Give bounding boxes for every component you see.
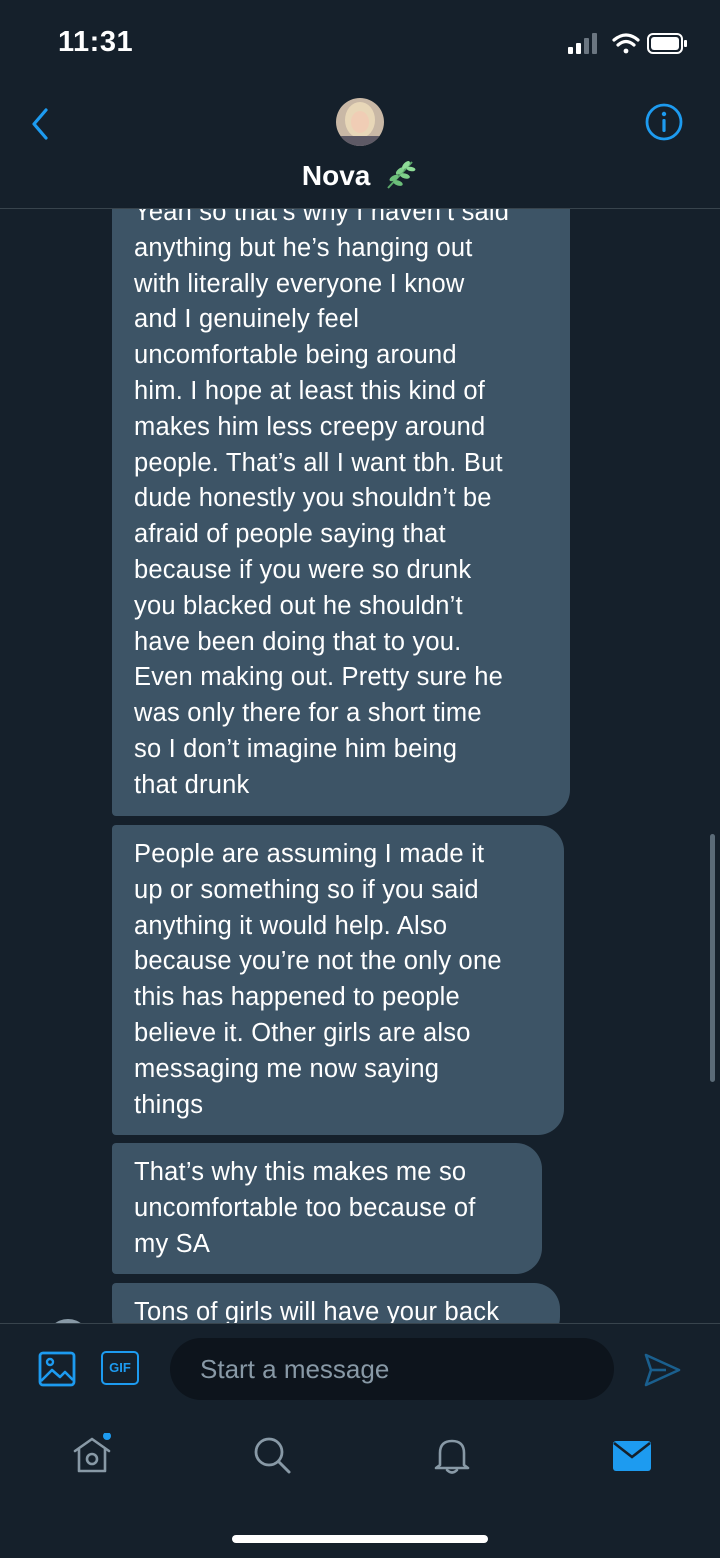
- tab-notifications[interactable]: [430, 1433, 474, 1477]
- message-line: anything but he’s hanging out: [134, 233, 473, 262]
- message-line: uncomfortable being around: [134, 341, 457, 370]
- new-content-dot: [103, 1432, 111, 1440]
- status-time: 11:31: [58, 26, 134, 58]
- message-line: my SA: [134, 1229, 211, 1258]
- message-line: uncomfortable too because of: [134, 1193, 476, 1222]
- message-line: because if you were so drunk: [134, 555, 472, 584]
- add-media-button[interactable]: [38, 1351, 76, 1387]
- send-button[interactable]: [642, 1350, 682, 1390]
- message-bubble[interactable]: Tons of girls will have your back: [112, 1283, 560, 1323]
- message-line: with literally everyone I know: [134, 269, 465, 298]
- message-line: you blacked out he shouldn’t: [134, 591, 463, 620]
- image-icon: [38, 1351, 76, 1387]
- message-line: because you’re not the only one: [134, 947, 502, 976]
- message-line: so I don’t imagine him being: [134, 734, 458, 763]
- message-line: That’s why this makes me so: [134, 1158, 467, 1186]
- bottom-tab-bar: [0, 1413, 720, 1558]
- search-icon: [254, 1437, 291, 1474]
- leaf-icon: [384, 158, 418, 197]
- message-composer: GIF: [0, 1323, 720, 1414]
- signal-icon: [568, 33, 597, 54]
- home-icon: [73, 1432, 111, 1473]
- gif-button[interactable]: GIF: [101, 1351, 139, 1385]
- conversation-header: Nova: [0, 88, 720, 209]
- message-line: and I genuinely feel: [134, 305, 360, 334]
- wifi-icon: [612, 33, 640, 54]
- message-line: things: [134, 1090, 204, 1119]
- message-thread[interactable]: Yeah so that’s why I haven’t said anythi…: [0, 209, 720, 1323]
- message-line: afraid of people saying that: [134, 520, 446, 549]
- message-line: Tons of girls will have your back: [134, 1298, 500, 1323]
- contact-avatar[interactable]: [336, 98, 384, 146]
- message-bubble[interactable]: That’s why this makes me so uncomfortabl…: [112, 1143, 542, 1275]
- send-icon: [644, 1353, 681, 1387]
- back-button[interactable]: [26, 104, 56, 144]
- info-button[interactable]: [644, 102, 684, 142]
- battery-icon: [647, 33, 687, 54]
- tab-messages[interactable]: [610, 1433, 654, 1477]
- message-line: was only there for a short time: [134, 699, 482, 728]
- message-line: believe it. Other girls are also: [134, 1018, 471, 1047]
- tab-search[interactable]: [250, 1433, 294, 1477]
- message-line: have been doing that to you.: [134, 627, 462, 656]
- message-line: dude honestly you shouldn’t be: [134, 484, 492, 513]
- message-line: Even making out. Pretty sure he: [134, 663, 504, 692]
- message-line: this has happened to people: [134, 983, 460, 1012]
- tab-home[interactable]: [70, 1432, 114, 1477]
- message-line: makes him less creepy around: [134, 412, 486, 441]
- contact-name: Nova: [301, 159, 371, 191]
- home-indicator: [232, 1535, 488, 1543]
- status-icons: [560, 30, 690, 58]
- bell-icon: [434, 1439, 470, 1474]
- message-line: that drunk: [134, 770, 250, 799]
- message-line: Yeah so that’s why I haven’t said: [134, 209, 510, 226]
- message-bubble[interactable]: Yeah so that’s why I haven’t said anythi…: [112, 209, 570, 816]
- contact-name-row[interactable]: Nova: [0, 158, 720, 197]
- message-line: people. That’s all I want tbh. But: [134, 448, 503, 477]
- info-icon: [645, 103, 683, 141]
- message-line: anything it would help. Also: [134, 911, 448, 940]
- message-bubble[interactable]: People are assuming I made it up or some…: [112, 825, 564, 1136]
- scrollbar[interactable]: [710, 834, 715, 1082]
- message-line: People are assuming I made it: [134, 840, 485, 868]
- message-line: messaging me now saying: [134, 1054, 440, 1083]
- message-input[interactable]: [170, 1338, 614, 1400]
- chevron-left-icon: [32, 108, 48, 140]
- status-bar: 11:31: [0, 0, 720, 88]
- mail-icon: [613, 1441, 651, 1471]
- message-line: up or something so if you said: [134, 875, 479, 904]
- message-line: him. I hope at least this kind of: [134, 376, 486, 405]
